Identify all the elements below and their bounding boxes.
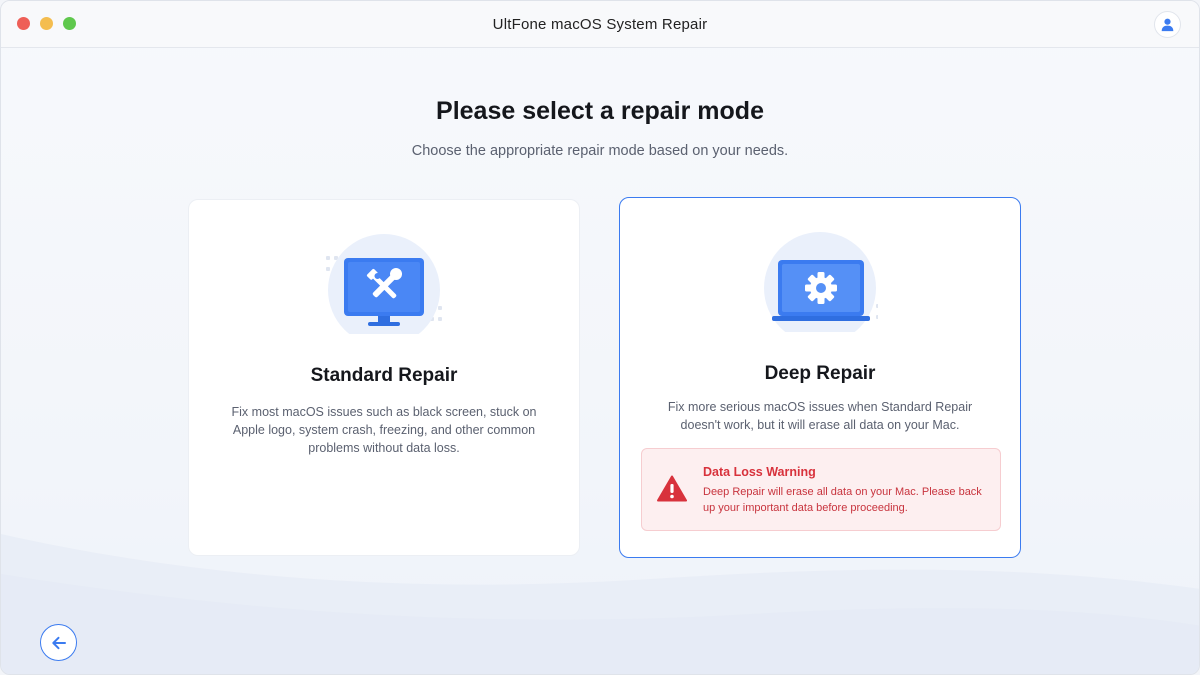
gear-laptop-icon	[764, 232, 878, 332]
background-wave	[1, 534, 1199, 674]
standard-repair-card[interactable]: Standard Repair Fix most macOS issues su…	[188, 199, 580, 556]
tools-monitor-icon	[326, 234, 442, 334]
deep-repair-title: Deep Repair	[764, 363, 876, 384]
arrow-left-icon	[51, 636, 66, 649]
warning-triangle-icon	[657, 475, 687, 502]
user-icon	[1161, 18, 1174, 32]
app-window: UltFone macOS System Repair Please selec…	[0, 0, 1200, 675]
data-loss-warning: Data Loss Warning Deep Repair will erase…	[641, 448, 1001, 531]
warning-text: Deep Repair will erase all data on your …	[703, 486, 982, 514]
standard-repair-title: Standard Repair	[310, 365, 458, 386]
deep-repair-card[interactable]: Deep Repair Fix more serious macOS issue…	[619, 197, 1021, 558]
account-button[interactable]	[1154, 11, 1181, 38]
standard-repair-description: Fix most macOS issues such as black scre…	[231, 405, 537, 455]
window-title: UltFone macOS System Repair	[492, 16, 708, 33]
title-bar: UltFone macOS System Repair	[1, 1, 1199, 48]
warning-title: Data Loss Warning	[703, 465, 816, 479]
page-title: Please select a repair mode	[436, 97, 764, 125]
back-button[interactable]	[40, 624, 77, 661]
deep-repair-description: Fix more serious macOS issues when Stand…	[667, 400, 973, 432]
page-subtitle: Choose the appropriate repair mode based…	[411, 143, 789, 159]
